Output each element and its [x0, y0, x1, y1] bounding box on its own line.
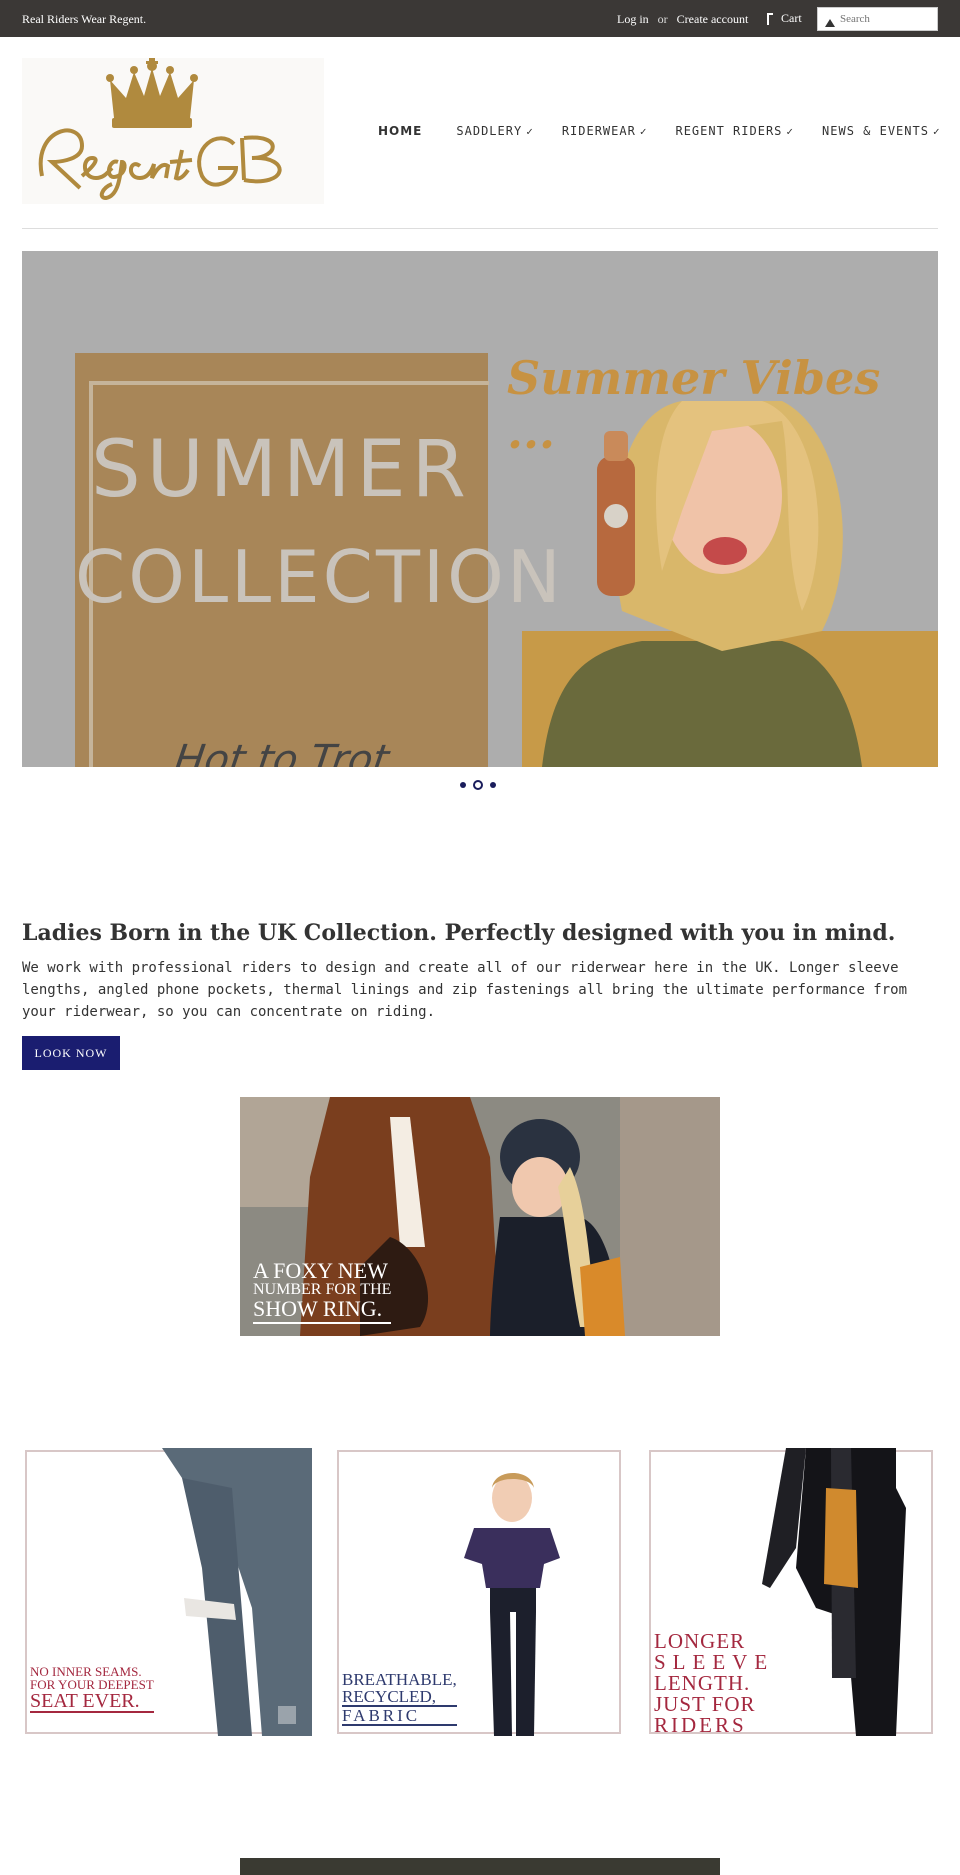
cart-icon	[767, 12, 773, 25]
search-icon[interactable]	[825, 19, 835, 27]
feature-image[interactable]: A FOXY NEW NUMBER FOR THE SHOW RING.	[240, 1097, 720, 1336]
top-bar: Real Riders Wear Regent. Log in or Creat…	[0, 0, 960, 37]
nav-label: NEWS & EVENTS	[822, 124, 929, 138]
caption-line: BREATHABLE,	[342, 1670, 457, 1689]
nav-item-home[interactable]: HOME	[378, 124, 422, 138]
slider-dot-active[interactable]	[473, 780, 483, 790]
caption-line: SEAT EVER.	[30, 1691, 154, 1713]
crown-logo-icon	[38, 58, 282, 201]
tagline: Real Riders Wear Regent.	[22, 12, 147, 26]
chevron-down-icon: ✓	[526, 124, 534, 138]
nav-item-saddlery[interactable]: SADDLERY ✓	[456, 124, 533, 138]
slider-dot[interactable]	[460, 782, 466, 788]
caption-line: JUST FOR	[654, 1692, 756, 1716]
account-links: Log in or Create account	[617, 12, 748, 27]
nav-label: REGENT RIDERS	[675, 124, 783, 138]
nav-label: SADDLERY	[456, 124, 523, 138]
product-card-long-sleeve[interactable]: LONGER SLEEVE LENGTH. JUST FOR RIDERS	[646, 1448, 936, 1736]
nav-item-news-events[interactable]: NEWS & EVENTS ✓	[822, 124, 941, 138]
search-box	[817, 7, 938, 31]
login-link[interactable]: Log in	[617, 12, 649, 27]
collection-heading: Ladies Born in the UK Collection. Perfec…	[22, 920, 896, 946]
hero-slide[interactable]: SUMMER COLLECTION Hot to Trot Summer Vib…	[22, 251, 938, 767]
main-nav: HOME SADDLERY ✓ RIDERWEAR ✓ REGENT RIDER…	[378, 124, 941, 138]
caption-line: FABRIC	[342, 1705, 457, 1726]
card-caption: LONGER SLEEVE LENGTH. JUST FOR RIDERS	[654, 1631, 774, 1736]
collection-description: We work with professional riders to desi…	[22, 960, 908, 1020]
logo[interactable]	[22, 58, 324, 204]
caption-line: SLEEVE	[654, 1650, 775, 1674]
header-divider	[22, 228, 938, 229]
search-input[interactable]	[840, 10, 935, 28]
nav-item-regent-riders[interactable]: REGENT RIDERS ✓	[675, 124, 794, 138]
cart-link[interactable]: Cart	[767, 11, 802, 26]
feature-line-1: A FOXY NEW	[253, 1258, 388, 1283]
chevron-down-icon: ✓	[639, 124, 648, 138]
card-caption: NO INNER SEAMS. FOR YOUR DEEPEST SEAT EV…	[30, 1665, 154, 1713]
hero-model-image	[522, 401, 938, 767]
cart-label: Cart	[781, 11, 802, 25]
slider-dot[interactable]	[490, 782, 496, 788]
slider-dots	[460, 780, 496, 790]
nav-label: HOME	[378, 124, 423, 138]
card-caption: BREATHABLE, RECYCLED, FABRIC	[342, 1671, 457, 1726]
feature-line-3: SHOW RING.	[253, 1298, 392, 1324]
caption-line: RECYCLED,	[342, 1687, 436, 1706]
create-account-link[interactable]: Create account	[677, 12, 749, 27]
nav-label: RIDERWEAR	[561, 124, 636, 138]
chevron-down-icon: ✓	[932, 124, 941, 138]
caption-line: LENGTH.	[654, 1671, 751, 1695]
caption-line: RIDERS	[654, 1715, 774, 1736]
feature-caption: A FOXY NEW NUMBER FOR THE SHOW RING.	[253, 1258, 392, 1324]
next-feature-image[interactable]	[240, 1858, 720, 1875]
product-card-leggings[interactable]: NO INNER SEAMS. FOR YOUR DEEPEST SEAT EV…	[22, 1448, 312, 1736]
nav-item-riderwear[interactable]: RIDERWEAR ✓	[562, 124, 648, 138]
product-card-kids-top[interactable]: BREATHABLE, RECYCLED, FABRIC	[334, 1448, 624, 1736]
look-now-button[interactable]: LOOK NOW	[22, 1036, 120, 1070]
chevron-down-icon: ✓	[786, 124, 795, 138]
or-separator: or	[657, 12, 668, 26]
caption-line: LONGER	[654, 1629, 746, 1653]
